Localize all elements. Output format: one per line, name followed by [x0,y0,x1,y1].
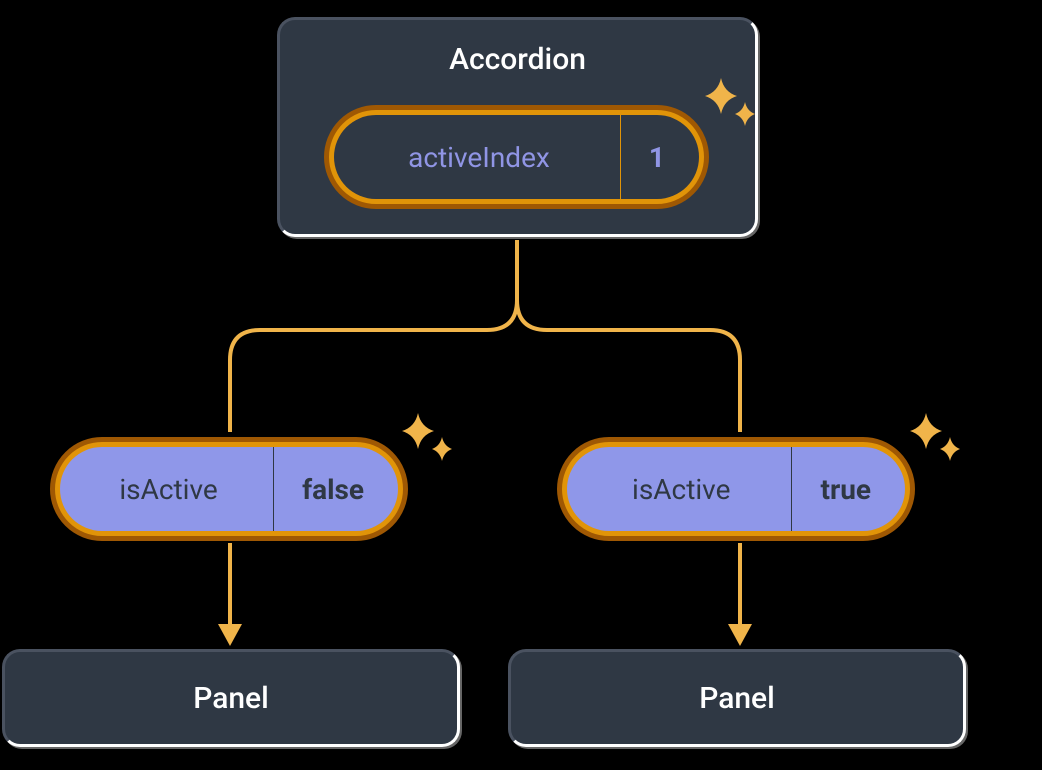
prop-value: true [791,447,905,531]
state-name: activeIndex [334,115,620,199]
pill-inner: activeIndex 1 [334,115,699,199]
pill-inner: isActive false [60,447,398,531]
prop-name: isActive [60,447,273,531]
child-prop-pill-left: isActive false [50,437,408,541]
parent-state-pill: activeIndex 1 [324,105,709,209]
child-prop-pill-right: isActive true [557,437,915,541]
sparkle-icon [908,413,968,473]
pill-inner: isActive true [567,447,905,531]
state-value: 1 [620,115,699,199]
sparkle-icon [400,413,460,473]
panel-box-right: Panel [508,649,966,747]
panel-label: Panel [193,681,269,716]
prop-value: false [273,447,398,531]
panel-label: Panel [699,681,775,716]
prop-name: isActive [567,447,791,531]
sparkle-icon [703,78,763,138]
accordion-title: Accordion [280,42,755,77]
panel-box-left: Panel [2,649,460,747]
